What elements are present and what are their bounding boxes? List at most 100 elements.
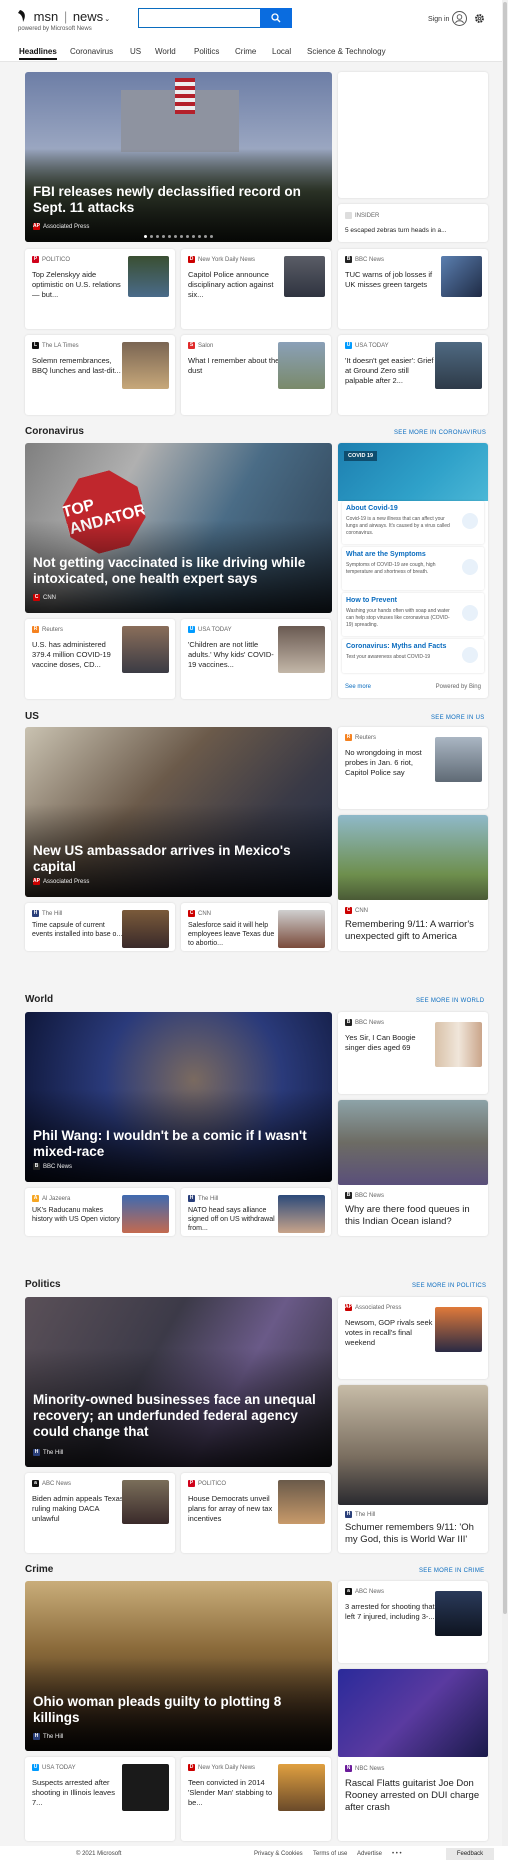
story-card-large[interactable]: H The Hill Schumer remembers 9/11: 'Oh my… [338, 1385, 488, 1553]
story-title[interactable]: Yes Sir, I Can Boogie singer dies aged 6… [345, 1033, 437, 1075]
tab-us[interactable]: US [130, 47, 141, 56]
hero-card[interactable]: Ohio woman pleads guilty to plotting 8 k… [25, 1581, 332, 1751]
story-title[interactable]: U.S. has administered 379.4 million COVI… [32, 640, 124, 682]
hero-title[interactable]: Not getting vaccinated is like driving w… [33, 555, 324, 587]
story-title[interactable]: Rascal Flatts guitarist Joe Don Rooney a… [345, 1778, 481, 1814]
privacy-link[interactable]: Privacy & Cookies [254, 1851, 303, 1857]
story-title[interactable]: Remembering 9/11: A warrior's unexpected… [345, 919, 481, 943]
hero-card[interactable]: Phil Wang: I wouldn't be a comic if I wa… [25, 1012, 332, 1182]
story-card[interactable]: D New York Daily News Teen convicted in 2… [181, 1757, 331, 1841]
story-title[interactable]: House Democrats unveil plans for array o… [188, 1494, 280, 1536]
story-title[interactable]: Newsom, GOP rivals seek votes in recall'… [345, 1318, 437, 1360]
story-title[interactable]: Capitol Police announce disciplinary act… [188, 270, 280, 312]
gear-icon[interactable] [474, 13, 485, 24]
see-more-us[interactable]: SEE MORE IN US [431, 715, 485, 721]
story-title[interactable]: 3 arrested for shooting that left 7 inju… [345, 1602, 437, 1644]
story-card[interactable]: a ABC News Biden admin appeals Texas ruli… [25, 1473, 175, 1553]
story-title[interactable]: Biden admin appeals Texas ruling making … [32, 1494, 124, 1536]
source-label: P POLITICO [32, 256, 71, 263]
tab-world[interactable]: World [155, 47, 176, 56]
story-title[interactable]: Salesforce said it will help employees l… [188, 921, 280, 951]
covid-item-symptoms[interactable]: What are the Symptoms Symptoms of COVID-1… [342, 547, 484, 590]
chevron-down-icon[interactable]: ⌄ [104, 16, 110, 23]
ad-card[interactable] [338, 72, 488, 198]
story-card[interactable]: L The LA Times Solemn remembrances, BBQ l… [25, 335, 175, 415]
hero-title[interactable]: Ohio woman pleads guilty to plotting 8 k… [33, 1694, 324, 1726]
story-card[interactable]: H The Hill Time capsule of current events… [25, 903, 175, 951]
scrollbar[interactable] [502, 0, 508, 1862]
story-card[interactable]: B BBC News Yes Sir, I Can Boogie singer d… [338, 1012, 488, 1094]
hero-card[interactable]: New US ambassador arrives in Mexico's ca… [25, 727, 332, 897]
story-title[interactable]: NATO head says alliance signed off on US… [188, 1206, 280, 1236]
hero-card[interactable]: FBI releases newly declassified record o… [25, 72, 332, 242]
msn-logo[interactable]: msn | news⌄ powered by Microsoft News [18, 9, 110, 32]
story-card[interactable]: R Reuters U.S. has administered 379.4 mil… [25, 619, 175, 699]
story-title[interactable]: Suspects arrested after shooting in Illi… [32, 1778, 124, 1820]
covid-item-prevent[interactable]: How to Prevent Washing your hands often w… [342, 593, 484, 636]
story-title[interactable]: Why are there food queues in this Indian… [345, 1204, 481, 1228]
story-card[interactable]: AP Associated Press Newsom, GOP rivals se… [338, 1297, 488, 1379]
story-card[interactable]: U USA TODAY Suspects arrested after shoot… [25, 1757, 175, 1841]
search-box[interactable] [138, 8, 292, 28]
scrollbar-thumb[interactable] [503, 2, 507, 1614]
tab-science-technology[interactable]: Science & Technology [307, 47, 386, 56]
hero-source: C CNN [33, 594, 56, 601]
hero-title[interactable]: Minority-owned businesses face an unequa… [33, 1392, 324, 1440]
hero-card[interactable]: STOP MANDATORY Not getting vaccinated is… [25, 443, 332, 613]
story-title[interactable]: UK's Raducanu makes history with US Open… [32, 1206, 124, 1236]
tab-coronavirus[interactable]: Coronavirus [70, 47, 113, 56]
story-card[interactable]: S Salon What I remember about the dust [181, 335, 331, 415]
story-card[interactable]: P POLITICO House Democrats unveil plans f… [181, 1473, 331, 1553]
story-title[interactable]: 'It doesn't get easier': Grief at Ground… [345, 356, 437, 398]
story-card[interactable]: H The Hill NATO head says alliance signed… [181, 1188, 331, 1236]
story-title[interactable]: Teen convicted in 2014 'Slender Man' sta… [188, 1778, 280, 1820]
covid-item-myths[interactable]: Coronavirus: Myths and Facts Test your aw… [342, 639, 484, 673]
story-title[interactable]: TUC warns of job losses if UK misses gre… [345, 270, 437, 312]
hero-title[interactable]: FBI releases newly declassified record o… [33, 184, 324, 216]
story-card[interactable]: P POLITICO Top Zelenskyy aide optimistic … [25, 249, 175, 329]
see-more-world[interactable]: SEE MORE IN WORLD [416, 998, 484, 1004]
story-title[interactable]: Time capsule of current events installed… [32, 921, 124, 951]
covid-item-about[interactable]: About Covid-19 Covid-19 is a new illness … [342, 501, 484, 544]
story-title[interactable]: Schumer remembers 9/11: 'Oh my God, this… [345, 1522, 481, 1546]
hero-title[interactable]: New US ambassador arrives in Mexico's ca… [33, 843, 324, 875]
see-more-politics[interactable]: SEE MORE IN POLITICS [412, 1283, 486, 1289]
tab-crime[interactable]: Crime [235, 47, 256, 56]
see-more-crime[interactable]: SEE MORE IN CRIME [419, 1568, 484, 1574]
tab-politics[interactable]: Politics [194, 47, 219, 56]
story-card[interactable]: B BBC News TUC warns of job losses if UK … [338, 249, 488, 329]
story-card-large[interactable]: C CNN Remembering 9/11: A warrior's unexp… [338, 815, 488, 951]
story-title[interactable]: Top Zelenskyy aide optimistic on U.S. re… [32, 270, 124, 312]
hero-title[interactable]: Phil Wang: I wouldn't be a comic if I wa… [33, 1128, 324, 1160]
story-title[interactable]: No wrongdoing in most probes in Jan. 6 r… [345, 748, 437, 790]
story-title[interactable]: What I remember about the dust [188, 356, 280, 398]
tab-local[interactable]: Local [272, 47, 291, 56]
sign-in-link[interactable]: Sign in [428, 16, 449, 23]
covid-see-more-link[interactable]: See more [345, 684, 371, 690]
advertise-link[interactable]: Advertise [357, 1851, 382, 1857]
avatar-icon[interactable] [452, 11, 467, 26]
search-input[interactable] [142, 11, 257, 25]
story-card[interactable]: D New York Daily News Capitol Police anno… [181, 249, 331, 329]
story-card[interactable]: R Reuters No wrongdoing in most probes in… [338, 727, 488, 809]
news-label[interactable]: news [73, 9, 103, 24]
story-title[interactable]: 'Children are not little adults.' Why ki… [188, 640, 280, 682]
feedback-button[interactable]: Feedback [446, 1848, 494, 1860]
story-card[interactable]: U USA TODAY 'It doesn't get easier': Grie… [338, 335, 488, 415]
story-title[interactable]: 5 escaped zebras turn heads in a... [345, 226, 485, 236]
story-card[interactable]: C CNN Salesforce said it will help employ… [181, 903, 331, 951]
story-card[interactable]: a ABC News 3 arrested for shooting that l… [338, 1581, 488, 1663]
side-story-card[interactable]: INSIDER 5 escaped zebras turn heads in a… [338, 204, 488, 242]
story-card-large[interactable]: B BBC News Why are there food queues in t… [338, 1100, 488, 1236]
terms-link[interactable]: Terms of use [313, 1851, 347, 1857]
search-button[interactable] [260, 8, 292, 28]
story-title[interactable]: Solemn remembrances, BBQ lunches and las… [32, 356, 124, 398]
more-dots[interactable]: • • • [392, 1851, 402, 1857]
tab-headlines[interactable]: Headlines [19, 47, 57, 60]
story-card[interactable]: U USA TODAY 'Children are not little adul… [181, 619, 331, 699]
see-more-coronavirus[interactable]: SEE MORE IN CORONAVIRUS [394, 430, 486, 436]
story-card-large[interactable]: N NBC News Rascal Flatts guitarist Joe Do… [338, 1669, 488, 1841]
story-card[interactable]: A Al Jazeera UK's Raducanu makes history … [25, 1188, 175, 1236]
hero-card[interactable]: Minority-owned businesses face an unequa… [25, 1297, 332, 1467]
carousel-dots[interactable] [25, 235, 332, 238]
